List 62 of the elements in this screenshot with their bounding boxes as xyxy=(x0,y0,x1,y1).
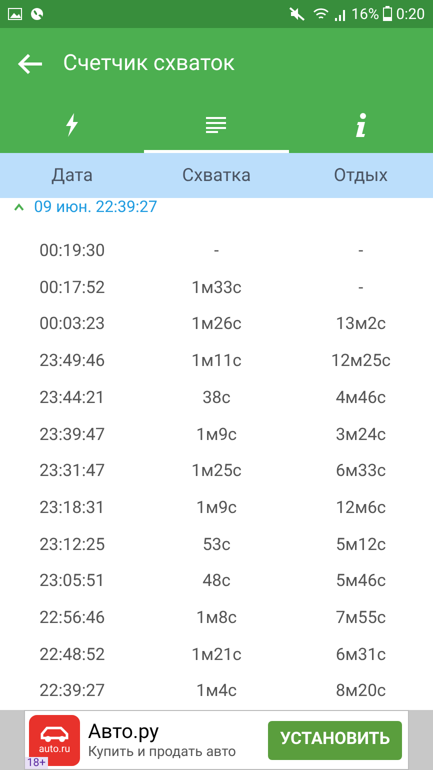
table-cell-text: 38с xyxy=(202,386,230,410)
table-cell-text: - xyxy=(214,240,219,264)
table-cell-text: 7м55с xyxy=(336,606,386,630)
table-cell-text: 00:19:30 xyxy=(39,240,105,264)
ad-subtitle: Купить и продать авто xyxy=(88,743,238,762)
table-cell-text: 5м46с xyxy=(336,570,386,594)
column-header: Дата xyxy=(51,164,93,188)
logo-text: auto.ru xyxy=(38,744,70,756)
table-cell-text: 23:18:31 xyxy=(39,496,105,520)
table-cell-text: 4м46с xyxy=(336,386,386,410)
table-cell-text: 23:12:25 xyxy=(39,534,105,557)
table-cell-text: 5м12с xyxy=(336,534,386,557)
table-cell-text: 1м25с xyxy=(191,460,242,484)
table-cell-text: - xyxy=(358,240,364,264)
table-cell-text: 00:03:23 xyxy=(39,313,105,336)
column-header: Отдых xyxy=(334,164,388,188)
lightning-icon xyxy=(65,112,80,137)
table-cell-text: 6м33с xyxy=(336,460,386,484)
table-cell-text: 53с xyxy=(202,534,230,557)
table-cell-text: 6м31с xyxy=(336,644,386,667)
table-cell-text: 1м33с xyxy=(191,276,242,300)
screen-title: Счетчик схваток xyxy=(63,50,235,78)
table-cell-text: 1м11с xyxy=(191,350,242,374)
table-cell-text: 23:49:46 xyxy=(39,350,105,374)
info-icon xyxy=(354,112,367,137)
table-cell-text: 00:17:52 xyxy=(39,276,105,300)
battery-icon xyxy=(383,6,392,22)
ad-title: Авто.ру xyxy=(88,719,160,744)
list-icon xyxy=(206,116,226,133)
table-cell-text: 1м9с xyxy=(196,424,237,447)
table-cell-text: 8м20с xyxy=(336,680,386,704)
table-cell-text: 1м8с xyxy=(196,606,237,630)
image-icon xyxy=(8,8,22,20)
wifi-icon xyxy=(313,6,330,21)
group-date: 09 июн. 22:39:27 xyxy=(34,198,158,216)
table-cell-text: 1м4с xyxy=(196,680,237,704)
table-cell-text: 1м21с xyxy=(191,644,242,667)
back-arrow-icon[interactable] xyxy=(17,52,43,75)
column-header: Схватка xyxy=(182,164,251,188)
table-cell-text: 12м25с xyxy=(330,350,391,374)
table-cell-text: - xyxy=(358,276,364,300)
age-badge: 18+ xyxy=(25,757,48,769)
mute-icon xyxy=(289,6,306,21)
car-icon xyxy=(38,724,70,744)
table-cell-text: 22:39:27 xyxy=(39,680,105,704)
install-button[interactable]: УСТАНОВИТЬ xyxy=(268,720,402,760)
table-cell-text: 13м2с xyxy=(336,313,386,336)
table-cell-text: 48с xyxy=(202,570,230,594)
table-cell-text: 23:39:47 xyxy=(39,424,105,447)
table-cell-text: 1м9с xyxy=(196,496,237,520)
table-cell-text: 22:48:52 xyxy=(39,644,105,667)
table-cell-text: 23:05:51 xyxy=(39,570,105,594)
table-cell-text: 3м24с xyxy=(336,424,386,447)
table-cell-text: 1м26с xyxy=(191,313,242,336)
table-cell-text: 22:56:46 xyxy=(39,606,105,630)
table-cell-text: 23:31:47 xyxy=(39,460,105,484)
table-cell-text: 23:44:21 xyxy=(39,386,105,410)
table-cell-text: 12м6с xyxy=(336,496,386,520)
clock: 0:20 xyxy=(396,4,425,25)
battery-percent: 16% xyxy=(351,4,380,25)
group-header[interactable]: 09 июн. 22:39:27 xyxy=(0,198,433,216)
globe-icon xyxy=(30,6,44,21)
